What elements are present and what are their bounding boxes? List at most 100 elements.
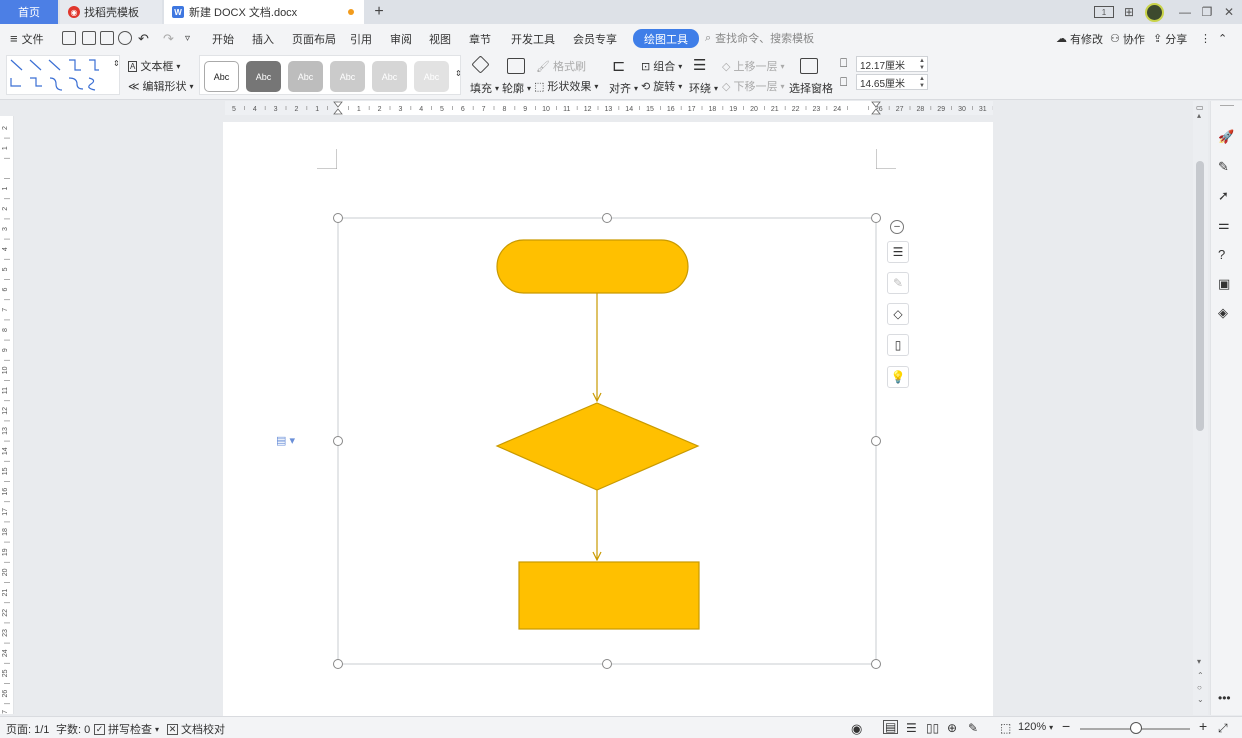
gallery-scroll-icon[interactable]: ⇕ — [113, 59, 120, 68]
shape-effect-button[interactable]: ⬚ 形状效果 ▾ — [534, 78, 598, 94]
proofread-button[interactable]: ✕ 文档校对 — [167, 721, 225, 737]
textbox-button[interactable]: A 文本框 ▾ — [128, 58, 180, 74]
spell-check-toggle[interactable]: ✓ 拼写检查 ▾ — [94, 721, 159, 737]
outline-button[interactable]: 轮廓 ▾ — [502, 80, 531, 96]
format-painter-button[interactable]: 🖌 格式刷 — [536, 58, 586, 74]
resize-handle-e[interactable] — [871, 436, 881, 446]
send-backward-button[interactable]: ◇ 下移一层 ▾ — [722, 78, 784, 94]
print-preview-icon[interactable] — [118, 31, 132, 45]
close-icon[interactable]: ✕ — [1220, 4, 1238, 20]
fill-button[interactable]: 填充 ▾ — [470, 80, 499, 96]
spin-down-icon[interactable]: ▼ — [919, 83, 925, 89]
pencil-icon[interactable]: ✎ — [1218, 159, 1232, 174]
menu-page-layout[interactable]: 页面布局 — [292, 30, 336, 47]
resize-handle-n[interactable] — [602, 213, 612, 223]
resize-handle-se[interactable] — [871, 659, 881, 669]
zoom-slider-handle[interactable] — [1130, 722, 1142, 734]
help-icon[interactable]: ? — [1218, 247, 1232, 262]
style-swatch-dark[interactable]: Abc — [246, 61, 281, 92]
minimize-icon[interactable]: — — [1176, 4, 1194, 20]
web-view-icon[interactable]: ⊕ — [947, 721, 957, 735]
layout-options-icon[interactable]: ☰ — [887, 241, 909, 263]
style-swatch-gray[interactable]: Abc — [288, 61, 323, 92]
more-menu-icon[interactable]: ⋮ — [1200, 30, 1211, 47]
scroll-thumb[interactable] — [1196, 161, 1204, 431]
outline-view-icon[interactable]: ☰ — [906, 721, 917, 735]
fill-bucket-icon[interactable] — [471, 55, 490, 74]
spin-up-icon[interactable]: ▲ — [919, 58, 925, 64]
page-view-icon[interactable]: ▤ — [883, 720, 899, 734]
changes-button[interactable]: ☁ 有修改 — [1056, 30, 1103, 47]
selection-pane-icon[interactable] — [800, 58, 818, 74]
menu-drawing-tools[interactable]: 绘图工具 — [633, 29, 699, 48]
terminator-shape[interactable] — [496, 239, 689, 294]
write-view-icon[interactable]: ✎ — [968, 721, 978, 735]
menu-view[interactable]: 视图 — [429, 30, 451, 47]
cursor-icon[interactable]: ➚ — [1218, 188, 1232, 203]
resize-handle-ne[interactable] — [871, 213, 881, 223]
menu-review[interactable]: 审阅 — [390, 30, 412, 47]
read-view-icon[interactable]: ▯▯ — [926, 721, 939, 735]
decision-diamond-shape[interactable] — [495, 402, 700, 491]
menu-chapter[interactable]: 章节 — [469, 30, 491, 47]
line-shapes-gallery[interactable] — [6, 55, 120, 95]
rotate-button[interactable]: ⟲ 旋转 ▾ — [641, 78, 682, 94]
collaborate-button[interactable]: ⚇ 协作 — [1110, 30, 1145, 47]
reading-mode-icon[interactable]: 1 — [1094, 6, 1114, 18]
align-icon[interactable]: ⊏ — [612, 56, 625, 76]
collapse-ribbon-icon[interactable]: ⌃ — [1218, 30, 1227, 47]
menu-member[interactable]: 会员专享 — [573, 30, 617, 47]
collapse-float-icon[interactable]: – — [890, 220, 904, 234]
spin-down-icon[interactable]: ▼ — [919, 65, 925, 71]
horizontal-ruler[interactable]: 5 4 3 2 1 1 2 3 4 5 6 7 8 9 10 11 12 13 14 15 16 17 18 19 20 21 22… — [225, 101, 994, 115]
export-pdf-icon[interactable] — [82, 31, 96, 45]
image-settings-icon[interactable]: ▣ — [1218, 276, 1232, 291]
vertical-ruler[interactable]: 2 1 1 2 3 4 5 6 7 8 9 10 11 12 13 14 15 16 17 18 19 20 21 22 23 2… — [0, 116, 14, 725]
style-swatch-lightest[interactable]: Abc — [414, 61, 449, 92]
paste-options-icon[interactable]: ▤ ▾ — [276, 434, 295, 447]
fit-page-icon[interactable]: ⬚ — [1000, 721, 1011, 735]
eye-protect-icon[interactable]: ◉ — [851, 721, 862, 737]
share-button[interactable]: ⇪ 分享 — [1153, 30, 1187, 47]
vertical-scrollbar[interactable]: ▭ ▴ ▾ ⌃ ○ ⌄ — [1193, 101, 1208, 715]
process-rectangle-shape[interactable] — [518, 561, 700, 630]
wrap-icon[interactable]: ☰ — [693, 56, 706, 74]
prev-page-icon[interactable]: ⌃ — [1197, 671, 1204, 680]
zoom-in-icon[interactable]: + — [1199, 718, 1207, 734]
command-search[interactable]: ⌕ 查找命令、搜索模板 — [705, 30, 814, 46]
resize-handle-s[interactable] — [602, 659, 612, 669]
customize-chevron-icon[interactable]: ▿ — [185, 30, 190, 47]
selection-pane-button[interactable]: 选择窗格 — [789, 80, 833, 96]
spin-up-icon[interactable]: ▲ — [919, 76, 925, 82]
fill-shape-icon[interactable]: ◇ — [887, 303, 909, 325]
style-swatch-lighter[interactable]: Abc — [372, 61, 407, 92]
lightbulb-icon[interactable]: 💡 — [887, 366, 909, 388]
menu-references[interactable]: 引用 — [350, 30, 372, 47]
resize-handle-nw[interactable] — [333, 213, 343, 223]
style-swatch-light[interactable]: Abc — [330, 61, 365, 92]
zoom-out-icon[interactable]: − — [1062, 718, 1070, 734]
bring-forward-button[interactable]: ◇ 上移一层 ▾ — [722, 58, 784, 74]
scroll-up-arrow-icon[interactable]: ▴ — [1197, 111, 1201, 120]
resize-handle-sw[interactable] — [333, 659, 343, 669]
avatar[interactable] — [1145, 3, 1164, 22]
menu-developer[interactable]: 开发工具 — [511, 30, 555, 47]
menu-insert[interactable]: 插入 — [252, 30, 274, 47]
rocket-icon[interactable]: 🚀 — [1218, 129, 1234, 144]
print-icon[interactable] — [100, 31, 114, 45]
group-button[interactable]: ⊡ 组合 ▾ — [641, 58, 682, 74]
styles-scroll-icon[interactable]: ⇕ — [455, 69, 462, 78]
sliders-icon[interactable]: ⚌ — [1218, 217, 1232, 232]
outline-shape-icon[interactable]: ▯ — [887, 334, 909, 356]
outline-icon[interactable] — [507, 58, 525, 74]
pen-icon[interactable]: ✎ — [887, 272, 909, 294]
fullscreen-icon[interactable]: ⤢ — [1218, 721, 1228, 736]
edit-shape-button[interactable]: ≪ 编辑形状 ▾ — [128, 78, 194, 94]
page-count[interactable]: 页面: 1/1 — [6, 721, 49, 737]
resize-handle-w[interactable] — [333, 436, 343, 446]
height-input[interactable]: 14.65厘米 ▲ ▼ — [856, 74, 928, 90]
select-browse-icon[interactable]: ○ — [1197, 683, 1202, 692]
restore-icon[interactable]: ❐ — [1198, 4, 1216, 20]
tab-document[interactable]: W 新建 DOCX 文档.docx — [164, 0, 364, 24]
next-page-icon[interactable]: ⌄ — [1197, 695, 1204, 704]
